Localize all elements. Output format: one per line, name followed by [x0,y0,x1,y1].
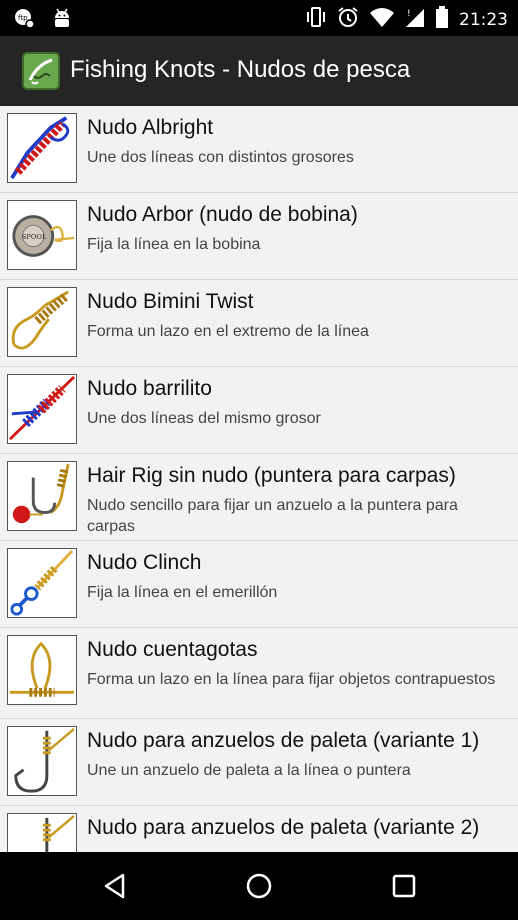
list-item[interactable]: Nudo para anzuelos de paleta (variante 1… [0,719,518,806]
knot-description: Forma un lazo en el extremo de la línea [87,323,369,340]
battery-icon [435,6,449,33]
vibrate-icon [305,6,327,33]
recents-icon[interactable] [390,872,418,900]
list-item[interactable]: Nudo Bimini Twist Forma un lazo en el ex… [0,280,518,367]
fishing-knots-logo-icon[interactable] [22,52,60,90]
knot-description: Fija la línea en la bobina [87,236,261,253]
knot-name: Nudo Arbor (nudo de bobina) [87,203,358,226]
knot-name: Nudo para anzuelos de paleta (variante 1… [87,729,480,752]
list-item[interactable]: Nudo Albright Une dos líneas con distint… [0,106,518,193]
bimini-twist-icon [7,287,77,357]
spade-end-hook-icon [7,813,77,852]
dropper-loop-icon [7,635,77,705]
svg-text:SPOOL: SPOOL [22,233,47,241]
app-title: Fishing Knots - Nudos de pesca [70,56,411,83]
list-item[interactable]: Nudo cuentagotas Forma un lazo en la lín… [0,628,518,719]
list-item[interactable]: SPOOL Nudo Arbor (nudo de bobina) Fija l… [0,193,518,280]
knot-name: Hair Rig sin nudo (puntera para carpas) [87,464,456,487]
clinch-knot-icon [7,548,77,618]
albright-knot-icon [7,113,77,183]
no-sim-icon: ! [405,6,425,33]
knot-description: Une un anzuelo de paleta a la línea o pu… [87,762,411,779]
home-icon[interactable] [245,872,273,900]
knot-description: Nudo sencillo para fijar un anzuelo a la… [87,497,458,535]
knot-name: Nudo Bimini Twist [87,290,254,313]
knot-name: Nudo para anzuelos de paleta (variante 2… [87,816,480,839]
notification-app-icon: ftp [12,6,36,35]
svg-text:ftp: ftp [18,14,28,22]
knot-description: Forma un lazo en la línea para fijar obj… [87,671,496,688]
status-time: 21:23 [459,9,508,30]
android-debug-icon [50,6,74,35]
list-item[interactable]: Nudo barrilito Une dos líneas del mismo … [0,367,518,454]
list-item[interactable]: Hair Rig sin nudo (puntera para carpas) … [0,454,518,541]
back-icon[interactable] [101,872,129,900]
app-bar: Fishing Knots - Nudos de pesca [0,36,518,106]
spade-end-hook-icon [7,726,77,796]
list-item[interactable]: Nudo Clinch Fija la línea en el emerilló… [0,541,518,628]
knot-name: Nudo Albright [87,116,214,139]
barrel-knot-icon [7,374,77,444]
knot-name: Nudo barrilito [87,377,212,400]
wifi-icon [369,6,395,33]
arbor-knot-icon: SPOOL [7,200,77,270]
knot-list: Nudo Albright Une dos líneas con distint… [0,106,518,852]
list-item[interactable]: Nudo para anzuelos de paleta (variante 2… [0,806,518,852]
alarm-icon [337,6,359,33]
knot-name: Nudo Clinch [87,551,202,574]
knot-description: Une dos líneas con distintos grosores [87,149,354,166]
navigation-bar [0,852,518,920]
svg-text:!: ! [407,9,411,19]
status-bar: ftp ! 21:23 [0,0,518,36]
knot-description: Une dos líneas del mismo grosor [87,410,321,427]
knot-description: Fija la línea en el emerillón [87,584,278,601]
knot-name: Nudo cuentagotas [87,638,258,661]
hair-rig-icon [7,461,77,531]
